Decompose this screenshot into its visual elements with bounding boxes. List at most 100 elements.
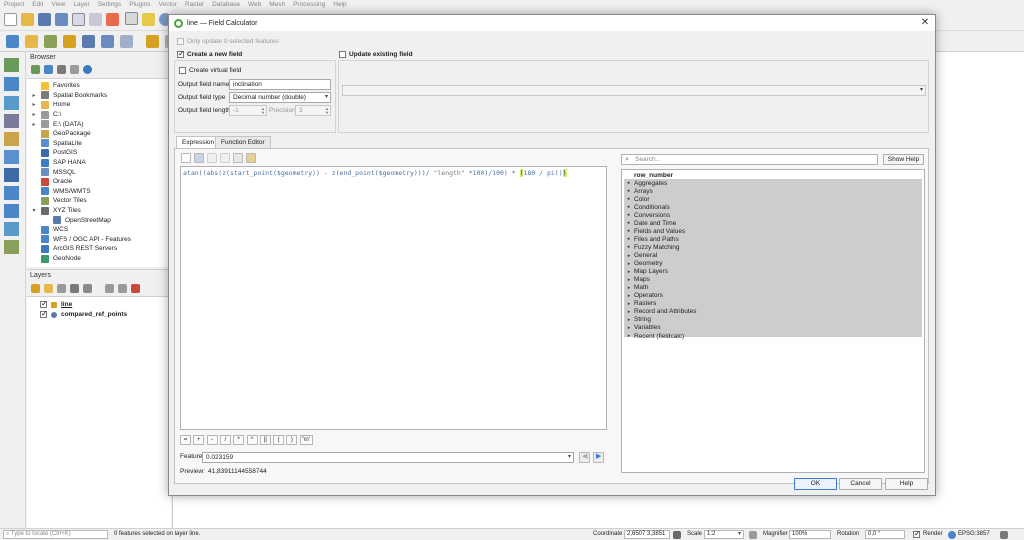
ok-button[interactable]: OK — [794, 478, 837, 490]
layer-visibility-checkbox[interactable] — [40, 309, 48, 319]
menu-item-layer[interactable]: Layer — [73, 1, 89, 8]
add-vector-layer-icon[interactable] — [4, 58, 19, 72]
show-layout-manager-icon[interactable] — [89, 13, 102, 26]
output-name-input[interactable]: inclination — [229, 79, 331, 90]
add-spatialite-icon[interactable] — [4, 150, 19, 164]
chevron-right-icon[interactable]: ▸ — [624, 253, 634, 259]
operator-button[interactable]: + — [193, 435, 205, 445]
chevron-right-icon[interactable]: ▸ — [624, 301, 634, 307]
update-existing-field-checkbox[interactable] — [339, 51, 346, 58]
filter-legend-icon[interactable] — [70, 284, 79, 293]
edit-pencil-icon[interactable] — [63, 35, 76, 48]
chevron-right-icon[interactable]: ▸ — [624, 277, 634, 283]
browser-item[interactable]: Vector Tiles — [31, 196, 87, 206]
menu-item-help[interactable]: Help — [333, 1, 346, 8]
function-group[interactable]: ▸ Record and Attributes — [624, 308, 697, 316]
add-raster-layer-icon[interactable] — [4, 77, 19, 91]
function-group[interactable]: ▸ Conversions — [624, 211, 670, 219]
operator-button[interactable]: * — [233, 435, 245, 445]
menu-item-processing[interactable]: Processing — [293, 1, 325, 8]
add-wfs-icon[interactable] — [4, 222, 19, 236]
function-group[interactable]: ▸ Arrays — [624, 187, 653, 195]
pencil-icon[interactable] — [146, 35, 159, 48]
layer-item[interactable]: compared_ref_points — [40, 309, 127, 320]
menu-item-view[interactable]: View — [51, 1, 65, 8]
operator-button[interactable]: || — [259, 435, 271, 445]
spin-down-icon[interactable]: ▼ — [261, 111, 265, 115]
add-vector-layer-icon[interactable] — [25, 35, 38, 48]
chevron-right-icon[interactable]: ▸ — [624, 333, 634, 339]
menu-item-mesh[interactable]: Mesh — [269, 1, 285, 8]
operator-button[interactable]: = — [180, 435, 191, 445]
chevron-right-icon[interactable]: ▸ — [624, 180, 634, 186]
operator-button[interactable]: ^ — [246, 435, 258, 445]
style-manager-icon[interactable] — [106, 13, 119, 26]
feature-select[interactable]: 0.023159 ▾ — [202, 452, 574, 463]
lock-scale-icon[interactable] — [749, 531, 757, 539]
chevron-right-icon[interactable]: ▸ — [31, 101, 37, 108]
open-project-icon[interactable] — [21, 13, 34, 26]
add-group-icon[interactable] — [44, 284, 53, 293]
chevron-right-icon[interactable]: ▸ — [624, 269, 634, 275]
function-group[interactable]: ▸ Fields and Values — [624, 227, 685, 235]
collapse-all-icon[interactable] — [70, 65, 79, 74]
chevron-right-icon[interactable]: ▸ — [624, 196, 634, 202]
pan-map-icon[interactable] — [125, 12, 138, 25]
menu-item-vector[interactable]: Vector — [159, 1, 177, 8]
collapse-all-layers-icon[interactable] — [118, 284, 127, 293]
cancel-button[interactable]: Cancel — [839, 478, 882, 490]
chevron-right-icon[interactable]: ▸ — [624, 293, 634, 299]
save-as-icon[interactable] — [55, 13, 68, 26]
digitize-shape-icon[interactable] — [120, 35, 133, 48]
chevron-right-icon[interactable]: ▸ — [624, 212, 634, 218]
delete-expression-icon[interactable] — [220, 153, 230, 163]
browser-item[interactable]: WMS/WMTS — [31, 187, 91, 197]
operator-button[interactable]: ( — [273, 435, 285, 445]
function-group[interactable]: ▸ Rasters — [624, 300, 657, 308]
precision-spinbox[interactable]: 3 ▲ ▼ — [295, 105, 331, 116]
function-group[interactable]: ▸ Conditionals — [624, 203, 670, 211]
output-type-select[interactable]: Decimal number (double) ▾ — [229, 92, 331, 103]
chevron-right-icon[interactable]: ▸ — [624, 236, 634, 242]
function-group[interactable]: ▸ Date and Time — [624, 219, 677, 227]
function-group[interactable]: ▸ String — [624, 316, 651, 324]
add-mesh-layer-icon[interactable] — [4, 96, 19, 110]
refresh-icon[interactable] — [44, 65, 53, 74]
browser-item[interactable]: WFS / OGC API - Features — [31, 235, 131, 245]
add-postgis-icon[interactable] — [4, 168, 19, 182]
save-expression-icon[interactable] — [194, 153, 204, 163]
only-update-selected-checkbox[interactable] — [177, 38, 184, 45]
close-icon[interactable]: ✕ — [919, 17, 931, 29]
menu-item-project[interactable]: Project — [4, 1, 24, 8]
function-group[interactable]: ▸ General — [624, 252, 657, 260]
browser-item[interactable]: Favorites — [31, 81, 80, 91]
show-help-button[interactable]: Show Help — [883, 154, 924, 165]
chevron-right-icon[interactable]: ▸ — [624, 317, 634, 323]
chevron-right-icon[interactable]: ▸ — [624, 228, 634, 234]
spin-down-icon[interactable]: ▼ — [325, 111, 329, 115]
toggle-extents-icon[interactable] — [673, 531, 681, 539]
chevron-right-icon[interactable]: ▸ — [624, 220, 634, 226]
previous-feature-icon[interactable]: ◀ — [579, 452, 590, 463]
crs-globe-icon[interactable] — [948, 531, 956, 539]
chevron-right-icon[interactable]: ▸ — [31, 121, 37, 128]
add-wms-icon[interactable] — [4, 186, 19, 200]
export-icon[interactable] — [246, 153, 256, 163]
new-project-icon[interactable] — [4, 13, 17, 26]
operator-button[interactable]: ) — [286, 435, 298, 445]
add-layer-icon[interactable] — [6, 35, 19, 48]
browser-item[interactable]: WCS — [31, 225, 68, 235]
remove-layer-icon[interactable] — [131, 284, 140, 293]
menu-item-plugins[interactable]: Plugins — [129, 1, 150, 8]
add-selected-layers-icon[interactable] — [31, 65, 40, 74]
edit-expression-icon[interactable] — [207, 153, 217, 163]
save-project-icon[interactable] — [38, 13, 51, 26]
menu-item-raster[interactable]: Raster — [185, 1, 204, 8]
browser-item[interactable]: ▸ C:\ — [31, 110, 61, 120]
digitize-icon[interactable] — [44, 35, 57, 48]
rotation-field[interactable]: 0,0 ° — [865, 530, 905, 539]
browser-item[interactable]: ▾ XYZ Tiles — [31, 206, 81, 216]
chevron-right-icon[interactable]: ▸ — [31, 111, 37, 118]
layer-visibility-checkbox[interactable] — [40, 299, 48, 309]
chevron-right-icon[interactable]: ▸ — [624, 244, 634, 250]
